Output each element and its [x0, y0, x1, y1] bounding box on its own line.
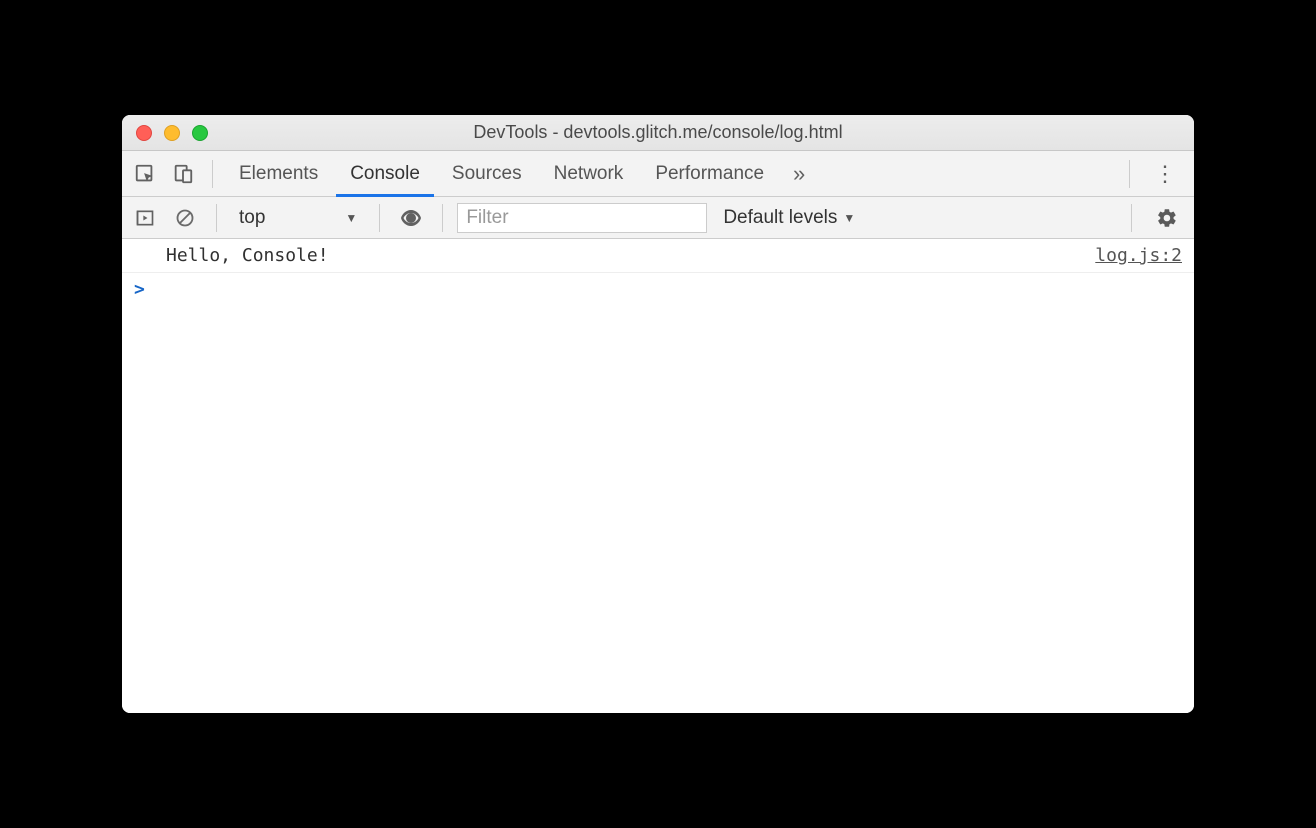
traffic-lights — [122, 125, 208, 141]
tab-sources[interactable]: Sources — [438, 151, 536, 197]
log-message: Hello, Console! — [166, 245, 329, 266]
clear-console-icon[interactable] — [168, 201, 202, 235]
chevron-down-icon: ▼ — [843, 211, 855, 225]
more-tabs-icon[interactable]: » — [782, 157, 816, 191]
device-toolbar-icon[interactable] — [166, 157, 200, 191]
context-label: top — [239, 207, 265, 229]
titlebar: DevTools - devtools.glitch.me/console/lo… — [122, 115, 1194, 151]
console-toolbar: top ▼ Default levels ▼ — [122, 197, 1194, 239]
divider — [212, 160, 213, 188]
devtools-menu-icon[interactable]: ⋮ — [1142, 161, 1188, 187]
chevron-down-icon: ▼ — [345, 211, 357, 225]
divider — [379, 204, 380, 232]
inspect-element-icon[interactable] — [128, 157, 162, 191]
log-source-link[interactable]: log.js:2 — [1095, 245, 1182, 266]
minimize-window-button[interactable] — [164, 125, 180, 141]
filter-input[interactable] — [457, 203, 707, 233]
console-settings-icon[interactable] — [1146, 207, 1188, 229]
zoom-window-button[interactable] — [192, 125, 208, 141]
divider — [442, 204, 443, 232]
live-expression-icon[interactable] — [394, 201, 428, 235]
divider — [1129, 160, 1130, 188]
console-output: Hello, Console! log.js:2 > — [122, 239, 1194, 713]
prompt-caret-icon: > — [134, 279, 145, 300]
tab-network[interactable]: Network — [540, 151, 638, 197]
devtools-window: DevTools - devtools.glitch.me/console/lo… — [122, 115, 1194, 713]
log-entry: Hello, Console! log.js:2 — [122, 239, 1194, 273]
devtools-tabbar: Elements Console Sources Network Perform… — [122, 151, 1194, 197]
console-prompt[interactable]: > — [122, 273, 1194, 306]
divider — [216, 204, 217, 232]
divider — [1131, 204, 1132, 232]
levels-label: Default levels — [723, 207, 837, 229]
tab-elements[interactable]: Elements — [225, 151, 332, 197]
toggle-console-drawer-icon[interactable] — [128, 201, 162, 235]
tab-performance[interactable]: Performance — [641, 151, 778, 197]
log-levels-select[interactable]: Default levels ▼ — [713, 207, 865, 229]
close-window-button[interactable] — [136, 125, 152, 141]
tab-console[interactable]: Console — [336, 151, 434, 197]
window-title: DevTools - devtools.glitch.me/console/lo… — [122, 122, 1194, 143]
execution-context-select[interactable]: top ▼ — [231, 207, 365, 229]
